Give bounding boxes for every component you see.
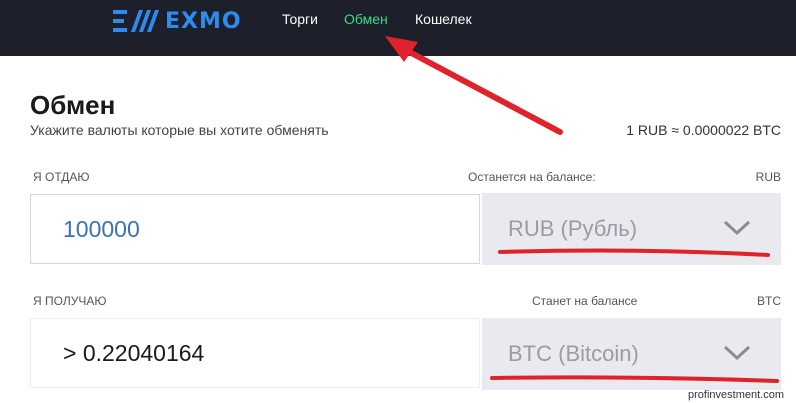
top-bar: EXMO Торги Обмен Кошелек [0,0,796,56]
page-subtitle: Укажите валюты которые вы хотите обменят… [30,122,329,138]
logo-text: EXMO [165,8,242,34]
exmo-logo-icon [113,10,159,32]
get-currency-value: BTC (Bitcoin) [508,341,639,366]
give-label: Я ОТДАЮ [33,170,90,184]
exchange-rate: 1 RUB ≈ 0.0000022 BTC [626,122,781,138]
get-balance-label: Станет на балансе [532,294,638,308]
nav-trading[interactable]: Торги [282,11,318,27]
get-balance-currency: BTC [757,294,781,308]
nav-wallet[interactable]: Кошелек [415,11,472,27]
give-balance-label: Останется на балансе: [468,170,596,184]
chevron-down-icon [723,220,751,236]
get-amount-output: > 0.22040164 [30,318,480,388]
annotation-arrow-shaft [399,45,563,135]
watermark: profinvestment.com [688,389,784,401]
get-label: Я ПОЛУЧАЮ [33,294,107,308]
chevron-down-icon [723,345,751,361]
give-currency-select[interactable]: RUB (Рубль) [482,193,781,265]
nav-exchange[interactable]: Обмен [344,11,388,27]
give-balance-currency: RUB [755,170,781,184]
exmo-logo[interactable]: EXMO [113,8,242,34]
give-amount-input[interactable]: 100000 [30,194,480,264]
give-currency-value: RUB (Рубль) [508,216,638,241]
get-currency-select[interactable]: BTC (Bitcoin) [482,318,781,390]
page-title: Обмен [30,90,116,120]
